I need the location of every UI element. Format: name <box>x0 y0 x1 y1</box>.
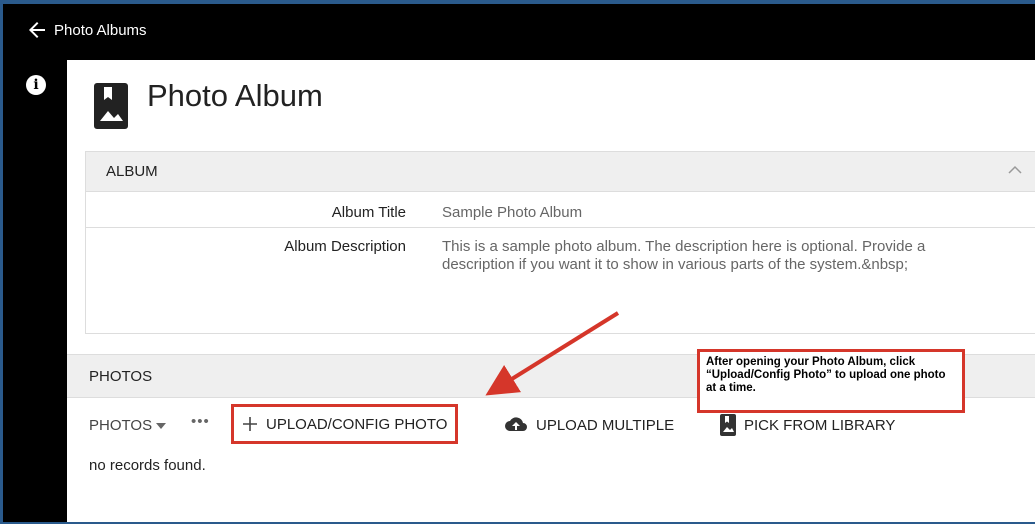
upload-multiple-button[interactable]: UPLOAD MULTIPLE <box>504 409 674 441</box>
upload-config-photo-button[interactable]: UPLOAD/CONFIG PHOTO <box>231 404 459 444</box>
album-section-header[interactable]: ALBUM <box>86 152 1035 192</box>
cloud-upload-icon <box>505 417 527 431</box>
photos-dropdown[interactable]: PHOTOS <box>89 417 167 434</box>
album-description-value: This is a sample photo album. The descri… <box>442 238 926 273</box>
top-bar: Photo Albums <box>3 4 1035 59</box>
album-title-label: Album Title <box>331 204 406 221</box>
upload-config-photo-label: UPLOAD/CONFIG PHOTO <box>266 415 448 433</box>
library-icon <box>720 414 736 436</box>
info-icon[interactable]: i <box>26 75 46 95</box>
chevron-up-icon[interactable] <box>1008 165 1022 175</box>
more-options-button[interactable]: ••• <box>191 413 210 430</box>
album-title-row: Album Title Sample Photo Album <box>86 193 1035 228</box>
caret-down-icon <box>156 423 167 430</box>
album-title-value: Sample Photo Album <box>442 204 583 221</box>
upload-multiple-label: UPLOAD MULTIPLE <box>536 416 675 434</box>
page-title: Photo Album <box>147 78 323 113</box>
album-description-row: Album Description This is a sample photo… <box>86 228 1035 332</box>
pick-from-library-button[interactable]: PICK FROM LIBRARY <box>720 409 895 441</box>
album-description-label: Album Description <box>284 238 406 255</box>
main-content: Photo Album ALBUM Album Title Sample Pho… <box>67 60 1035 522</box>
instruction-callout: After opening your Photo Album, click “U… <box>697 349 965 413</box>
pick-from-library-label: PICK FROM LIBRARY <box>744 416 896 434</box>
empty-state-text: no records found. <box>89 457 206 474</box>
photo-album-icon <box>94 83 128 129</box>
album-section-label: ALBUM <box>106 163 158 180</box>
photos-section-label: PHOTOS <box>89 368 153 385</box>
back-arrow-icon[interactable] <box>25 18 49 42</box>
header-title: Photo Albums <box>54 22 147 39</box>
plus-icon <box>243 417 257 431</box>
album-card: ALBUM Album Title Sample Photo Album Alb… <box>85 151 1035 334</box>
photos-dropdown-label: PHOTOS <box>89 417 153 434</box>
